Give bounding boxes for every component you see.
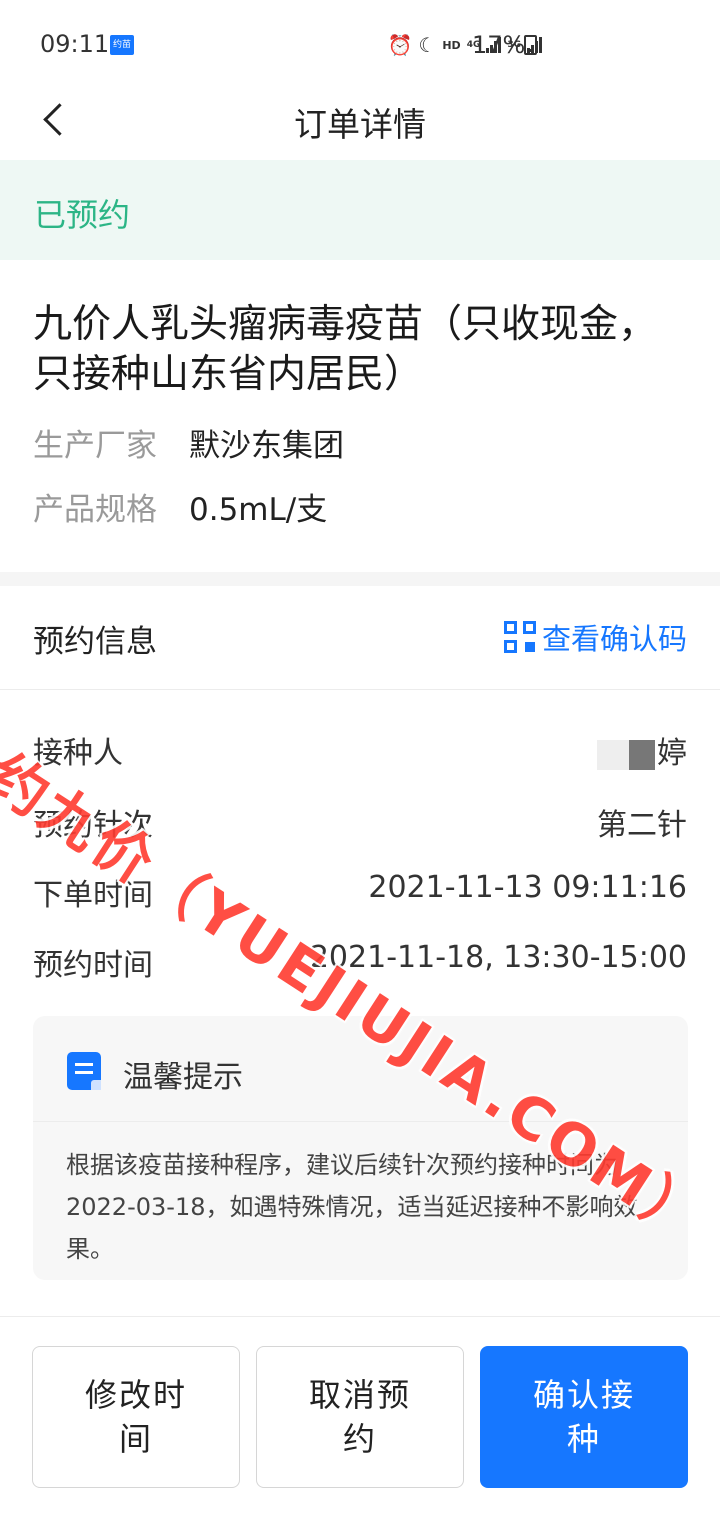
document-icon	[67, 1052, 101, 1090]
spec-row: 产品规格 0.5mL/支	[33, 484, 327, 529]
appointment-section-title: 预约信息	[33, 624, 157, 660]
cancel-appointment-button[interactable]: 取消预约	[256, 1346, 464, 1488]
do-not-disturb-icon: ☾	[418, 33, 437, 57]
app-notification-icon: 约苗	[110, 35, 134, 55]
appointment-time-label: 预约时间	[33, 948, 153, 983]
status-bar: 09:11 约苗 ⏰ ☾ HD 4G 3G 17%	[0, 0, 720, 90]
info-row-appointment-time: 预约时间 2021-11-18, 13:30-15:00	[33, 940, 687, 983]
status-time: 09:11	[40, 30, 110, 58]
info-row-order-time: 下单时间 2021-11-13 09:11:16	[33, 870, 687, 913]
modify-time-button[interactable]: 修改时间	[32, 1346, 240, 1488]
tips-body: 根据该疫苗接种程序，建议后续针次预约接种时间为2022-03-18，如遇特殊情况…	[66, 1151, 638, 1263]
order-time-label: 下单时间	[33, 878, 153, 913]
masked-name	[597, 739, 655, 770]
appointment-time-value: 2021-11-18, 13:30-15:00	[309, 940, 687, 975]
confirm-vaccination-button[interactable]: 确认接种	[480, 1346, 688, 1488]
product-title: 九价人乳头瘤病毒疫苗（只收现金，只接种山东省内居民）	[33, 302, 658, 397]
battery-percent: 17%	[472, 31, 526, 59]
order-detail-page: 09:11 约苗 ⏰ ☾ HD 4G 3G 17% 订单详情 已预约 九价人乳头…	[0, 0, 720, 1520]
manufacturer-label: 生产厂家	[33, 428, 157, 464]
appointment-header: 预约信息 查看确认码	[0, 586, 720, 690]
order-status-text: 已预约	[34, 196, 131, 234]
page-title: 订单详情	[294, 105, 426, 144]
product-card: 九价人乳头瘤病毒疫苗（只收现金，只接种山东省内居民） 生产厂家 默沙东集团 产品…	[0, 260, 720, 572]
recipient-value: 婷	[657, 736, 687, 771]
manufacturer-value: 默沙东集团	[189, 428, 344, 464]
section-divider	[0, 572, 720, 586]
spec-value: 0.5mL/支	[189, 492, 328, 528]
dose-value: 第二针	[597, 808, 687, 843]
alarm-icon: ⏰	[387, 33, 413, 57]
dose-label: 预约针次	[33, 808, 153, 843]
qr-code-icon	[503, 621, 536, 653]
recipient-value-wrap: 婷	[597, 728, 687, 772]
tips-header: 温馨提示	[33, 1016, 688, 1122]
recipient-label: 接种人	[33, 736, 123, 771]
view-confirmation-code-label: 查看确认码	[541, 622, 687, 656]
nav-bar: 订单详情	[0, 84, 720, 158]
order-time-value: 2021-11-13 09:11:16	[368, 870, 687, 905]
manufacturer-row: 生产厂家 默沙东集团	[33, 420, 344, 465]
spec-label: 产品规格	[33, 492, 157, 528]
hd-indicator: HD	[442, 38, 461, 52]
view-confirmation-code-link[interactable]: 查看确认码	[503, 616, 687, 658]
order-status-banner: 已预约	[0, 160, 720, 260]
tips-title: 温馨提示	[123, 1060, 243, 1095]
info-row-recipient: 接种人 婷	[33, 728, 687, 771]
tips-card: 温馨提示 根据该疫苗接种程序，建议后续针次预约接种时间为2022-03-18，如…	[33, 1016, 688, 1280]
action-bar-divider	[0, 1316, 720, 1317]
info-row-dose: 预约针次 第二针	[33, 800, 687, 843]
battery-icon	[524, 35, 537, 55]
